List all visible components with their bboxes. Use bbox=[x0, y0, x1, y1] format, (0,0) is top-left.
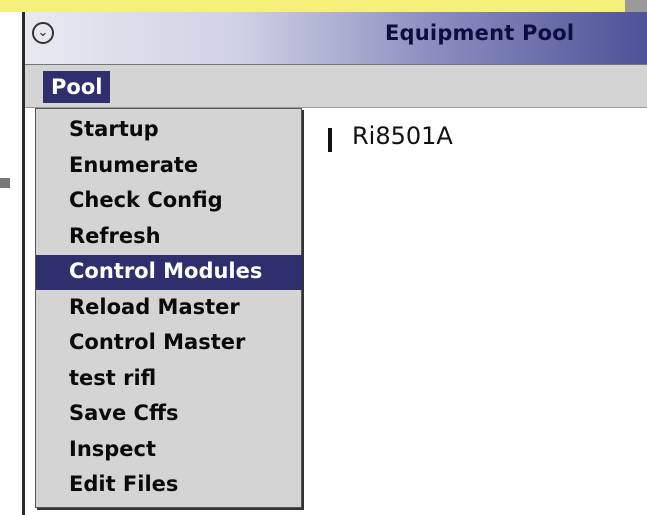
menu-item-inspect[interactable]: Inspect bbox=[43, 433, 305, 468]
equipment-name[interactable]: Ri8501A bbox=[352, 122, 453, 150]
menu-item-refresh[interactable]: Refresh bbox=[43, 220, 305, 255]
menu-item-control-modules[interactable]: Control Modules bbox=[36, 255, 302, 290]
text-cursor bbox=[328, 128, 332, 152]
menu-item-edit-files[interactable]: Edit Files bbox=[43, 468, 305, 503]
menu-item-enumerate[interactable]: Enumerate bbox=[43, 149, 305, 184]
collapse-button[interactable]: ⌄ bbox=[32, 22, 54, 44]
menu-item-save-cffs[interactable]: Save Cffs bbox=[43, 397, 305, 432]
menu-item-check-config[interactable]: Check Config bbox=[43, 184, 305, 219]
window-title: Equipment Pool bbox=[385, 21, 575, 45]
menu-item-reload-master[interactable]: Reload Master bbox=[43, 291, 305, 326]
menu-item-test-rifl[interactable]: test rifl bbox=[43, 362, 305, 397]
menu-item-startup[interactable]: Startup bbox=[43, 113, 305, 148]
title-bar[interactable]: ⌄ Equipment Pool bbox=[25, 12, 647, 65]
pool-dropdown-menu: Startup Enumerate Check Config Refresh Contr… bbox=[35, 108, 302, 508]
background-window-corner bbox=[625, 0, 647, 12]
pool-menu[interactable]: Pool bbox=[43, 71, 111, 103]
menu-item-control-master[interactable]: Control Master bbox=[43, 326, 305, 361]
chevron-down-icon: ⌄ bbox=[37, 25, 49, 40]
partial-window-edge bbox=[0, 178, 10, 188]
menu-bar: Pool bbox=[25, 65, 647, 108]
background-window-edge bbox=[0, 0, 625, 12]
